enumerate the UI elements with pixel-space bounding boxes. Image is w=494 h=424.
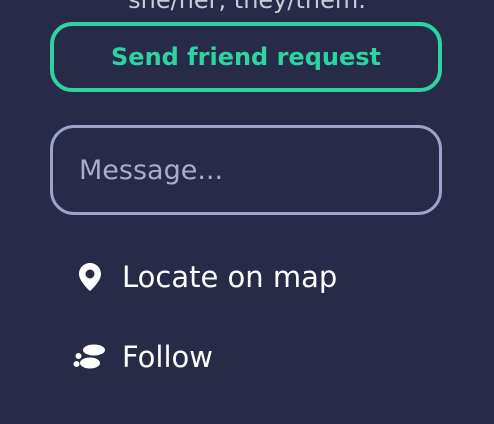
message-input[interactable] [50, 125, 442, 215]
locate-on-map-label: Locate on map [122, 260, 338, 294]
send-friend-request-button[interactable]: Send friend request [50, 22, 442, 92]
follow-label: Follow [122, 340, 213, 374]
follow-button[interactable]: Follow [72, 335, 213, 379]
footsteps-icon [72, 339, 108, 375]
pronouns-text: she/her, they/them. [128, 0, 366, 14]
locate-on-map-button[interactable]: Locate on map [72, 255, 337, 299]
map-pin-icon [72, 259, 108, 295]
